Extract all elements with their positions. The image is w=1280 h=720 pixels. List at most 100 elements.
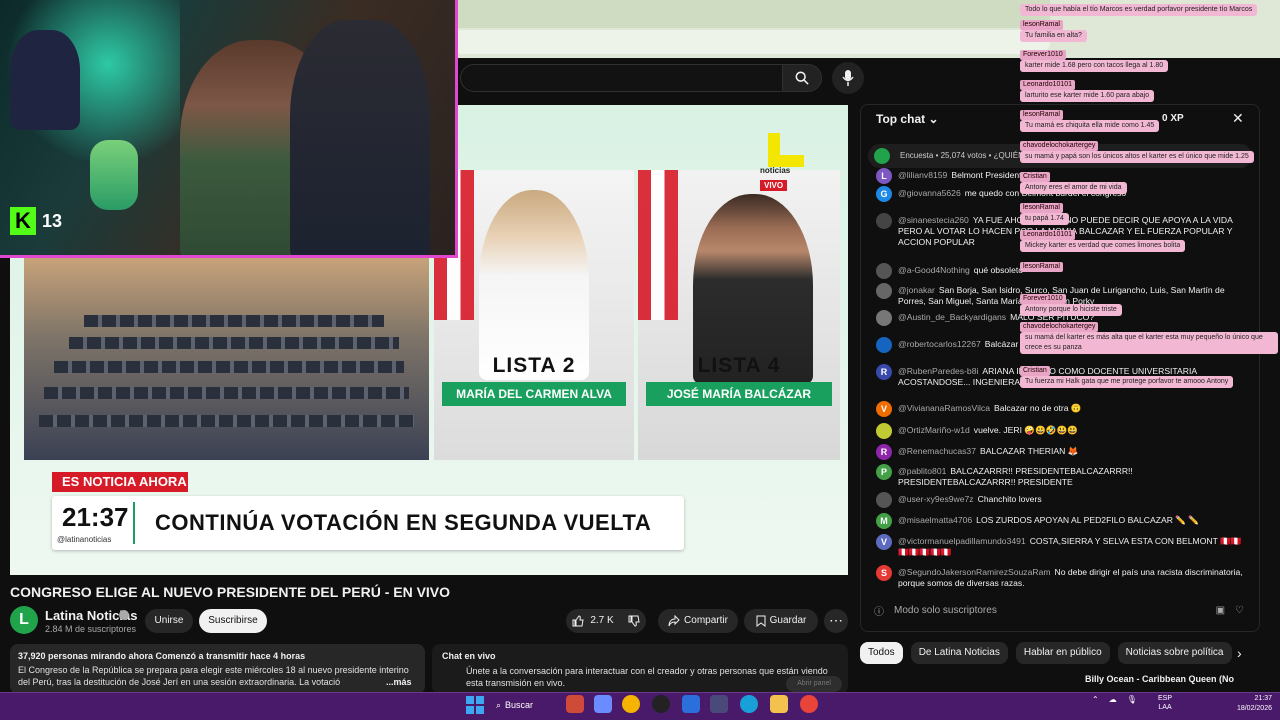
recommended-video-title[interactable]: Billy Ocean - Caribbean Queen (No xyxy=(860,674,1260,692)
avatar[interactable]: L xyxy=(876,168,892,184)
overlay-chat-message: Leonardo10101 larturito ese karter mide 1… xyxy=(1020,80,1155,102)
latina-logo-icon xyxy=(768,133,804,167)
list-right-title: LISTA 4 xyxy=(697,354,781,377)
gift-icon[interactable]: ▣ xyxy=(1216,605,1225,616)
overlay-chat-message: Todo lo que había el tío Marcos es verda… xyxy=(1020,4,1258,16)
chat-input-placeholder: Modo solo suscriptores xyxy=(894,604,997,616)
chat-username[interactable]: @a-Good4Nothing xyxy=(898,265,970,275)
heart-icon[interactable]: ♡ xyxy=(1235,605,1244,616)
overlay-chat-username: lesonRamal xyxy=(1020,20,1063,30)
avatar[interactable]: V xyxy=(876,401,892,417)
language-indicator[interactable]: ESP LAA xyxy=(1158,694,1172,712)
chat-message[interactable]: @user-xy9es9we7z Chanchito lovers xyxy=(876,492,1244,508)
avatar[interactable]: M xyxy=(876,513,892,529)
chat-message[interactable]: V @ViviananaRamosVilca Balcazar no de otra… xyxy=(876,401,1244,417)
info-icon: ⓘ xyxy=(874,606,884,618)
store-icon[interactable] xyxy=(710,695,728,713)
avatar[interactable] xyxy=(876,337,892,353)
overlay-chat-text: karter mide 1.68 pero con tacos llega al… xyxy=(1020,60,1169,72)
channel-avatar[interactable]: L xyxy=(10,606,38,634)
app-icon[interactable] xyxy=(652,695,670,713)
overlay-chat-text: Mickey karter es verdad que comes limone… xyxy=(1020,240,1186,252)
windows-start-icon[interactable] xyxy=(466,696,484,714)
chat-message[interactable]: R @Renemachucas37 BALCAZAR THERIAN 🦊 xyxy=(876,444,1244,460)
avatar[interactable]: G xyxy=(876,186,892,202)
broadcast-clock: 21:37 xyxy=(62,502,129,532)
address-bar[interactable] xyxy=(450,30,1050,54)
chat-username[interactable]: @jonakar xyxy=(898,285,935,295)
chat-username[interactable]: @Austin_de_Backyardigans xyxy=(898,312,1006,322)
avatar[interactable] xyxy=(876,423,892,439)
avatar[interactable]: V xyxy=(876,534,892,550)
chat-username[interactable]: @SegundoJakersonRamirezSouzaRam xyxy=(898,567,1051,577)
close-icon[interactable]: ✕ xyxy=(1232,110,1244,127)
avatar[interactable] xyxy=(876,213,892,229)
chat-username[interactable]: @misaelmatta4706 xyxy=(898,515,972,525)
overlay-chat-username: chavodelochokartergey xyxy=(1020,322,1099,332)
chevron-up-icon[interactable]: ⌃ xyxy=(1092,695,1099,704)
chat-message[interactable]: V @victormanuelpadillamundo3491 COSTA,SIER… xyxy=(876,534,1244,558)
join-button[interactable]: Unirse xyxy=(145,609,193,633)
chat-username[interactable]: @lilianv8159 xyxy=(898,170,947,180)
filter-chip[interactable]: Noticias sobre política xyxy=(1117,642,1232,664)
chat-message[interactable]: M @misaelmatta4706 LOS ZURDOS APOYAN AL PE… xyxy=(876,513,1244,529)
subscribe-button[interactable]: Suscribirse xyxy=(199,609,267,633)
chat-username[interactable]: @Renemachucas37 xyxy=(898,446,976,456)
language-top: ESP xyxy=(1158,695,1173,702)
avatar[interactable] xyxy=(876,263,892,279)
chat-username[interactable]: @OrtizMariño-w1d xyxy=(898,425,970,435)
overlay-chat-message: chavodelochokartergey su mamá y papá son … xyxy=(1020,141,1254,163)
share-button[interactable]: Compartir xyxy=(658,609,738,633)
more-actions-button[interactable]: ⋯ xyxy=(824,609,848,633)
app-icon[interactable] xyxy=(566,695,584,713)
edge-icon[interactable] xyxy=(740,695,758,713)
filter-chips: Todos De Latina Noticias Hablar en público… xyxy=(860,642,1232,664)
avatar[interactable]: R xyxy=(876,364,892,380)
chat-input-bar[interactable]: ⓘ Modo solo suscriptores ▣ ♡ xyxy=(866,598,1254,622)
chat-username[interactable]: @sinanestecia260 xyxy=(898,215,969,225)
chat-username[interactable]: @user-xy9es9we7z xyxy=(898,494,974,504)
file-explorer-icon[interactable] xyxy=(770,695,788,713)
chat-username[interactable]: @RubenParedes-b8i xyxy=(898,366,978,376)
description-more-link[interactable]: ...más xyxy=(386,677,412,687)
chrome-icon[interactable] xyxy=(622,695,640,713)
chat-username[interactable]: @victormanuelpadillamundo3491 xyxy=(898,536,1026,546)
chat-message[interactable]: S @SegundoJakersonRamirezSouzaRam No debe … xyxy=(876,565,1244,589)
search-button[interactable] xyxy=(782,64,822,92)
mail-icon[interactable] xyxy=(682,695,700,713)
save-button[interactable]: Guardar xyxy=(744,609,818,633)
chevron-right-icon[interactable]: › xyxy=(1237,645,1242,661)
avatar[interactable] xyxy=(876,283,892,299)
avatar[interactable] xyxy=(876,310,892,326)
avatar[interactable]: P xyxy=(876,464,892,480)
taskbar-search[interactable]: ⌕ Buscar xyxy=(496,695,556,715)
clock-time: 21:37 xyxy=(1254,695,1272,702)
chat-username[interactable]: @pablito801 xyxy=(898,466,946,476)
voice-search-button[interactable] xyxy=(832,62,864,94)
system-tray[interactable]: ⌃ ☁ 🎙 xyxy=(1092,695,1137,704)
chat-username[interactable]: @ViviananaRamosVilca xyxy=(898,403,990,413)
thumbs-down-icon[interactable] xyxy=(628,615,640,627)
chat-username[interactable]: @giovanna5626 xyxy=(898,188,961,198)
chat-message[interactable]: @OrtizMariño-w1d vuelve. JERI 🤪😃🤣😃😃 xyxy=(876,423,1244,439)
live-chat-card-text: Únete a la conversación para interactuar… xyxy=(466,666,828,688)
overlay-chat-text: tu papá 1.74 xyxy=(1020,213,1069,225)
filter-chip[interactable]: Todos xyxy=(860,642,903,664)
open-panel-button[interactable]: Abrir panel xyxy=(786,676,842,692)
search-input[interactable] xyxy=(460,64,782,92)
clock[interactable]: 21:37 18/02/2026 xyxy=(1224,694,1272,714)
chat-message[interactable]: P @pablito801 BALCAZARRR!! PRESIDENTEBALCA… xyxy=(876,464,1244,488)
overlay-chat-text: Antony porque lo hiciste triste xyxy=(1020,304,1122,316)
filter-chip[interactable]: Hablar en público xyxy=(1015,642,1110,664)
like-button[interactable]: 2.7 K xyxy=(566,609,646,633)
description-stats: 37,920 personas mirando ahora Comenzó a … xyxy=(18,651,306,661)
chrome-active-icon[interactable] xyxy=(800,695,818,713)
chat-mode-dropdown[interactable]: Top chat ⌄ xyxy=(876,112,939,126)
filter-chip[interactable]: De Latina Noticias xyxy=(910,642,1008,664)
description-box[interactable]: 37,920 personas mirando ahora Comenzó a … xyxy=(10,644,425,694)
avatar[interactable]: R xyxy=(876,444,892,460)
avatar[interactable] xyxy=(876,492,892,508)
avatar[interactable]: S xyxy=(876,565,892,581)
copilot-icon[interactable] xyxy=(594,695,612,713)
chat-username[interactable]: @robertocarlos12267 xyxy=(898,339,981,349)
